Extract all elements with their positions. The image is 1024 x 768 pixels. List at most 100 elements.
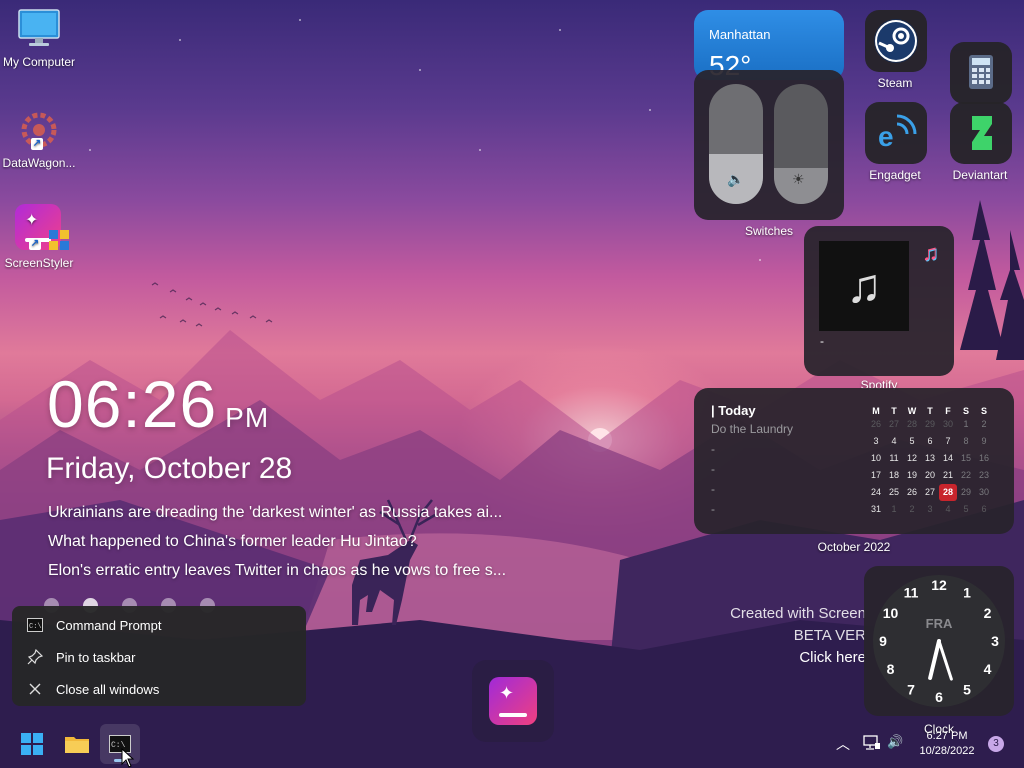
- watermark-link[interactable]: Click here: [700, 647, 866, 663]
- deviantart-label: Deviantart: [952, 168, 1008, 182]
- calendar-day[interactable]: 27: [885, 416, 903, 433]
- weekday-header: W: [907, 406, 917, 416]
- calendar-day[interactable]: 6: [975, 501, 993, 518]
- calendar-day[interactable]: 4: [939, 501, 957, 518]
- calendar-day[interactable]: 29: [957, 484, 975, 501]
- calendar-day[interactable]: 30: [939, 416, 957, 433]
- clock-date: Friday, October 28: [46, 452, 293, 485]
- desktop-icon-datawagon[interactable]: ↗ DataWagon...: [0, 108, 78, 170]
- close-icon: [26, 680, 44, 698]
- menu-item-command-prompt[interactable]: C:\ Command Prompt: [26, 613, 161, 637]
- calendar-day[interactable]: 12: [903, 450, 921, 467]
- weather-city: Manhattan: [709, 27, 771, 42]
- calendar-day[interactable]: 3: [921, 501, 939, 518]
- tray-clock[interactable]: 6:27 PM 10/28/2022: [912, 729, 982, 759]
- clock-number: 4: [984, 661, 992, 677]
- desktop-icon-screenstyler[interactable]: ✦ ↗ ScreenStyler: [0, 204, 78, 270]
- calendar-day[interactable]: 30: [975, 484, 993, 501]
- task-item[interactable]: -: [711, 482, 793, 502]
- calendar-day[interactable]: 20: [921, 467, 939, 484]
- calendar-day[interactable]: 1: [957, 416, 975, 433]
- sun-icon: ☀: [792, 171, 805, 187]
- task-item[interactable]: -: [711, 442, 793, 462]
- watermark-line: BETA VER: [793, 627, 866, 644]
- calendar-widget[interactable]: | Today Do the Laundry - - - - M T W T F S S 26 27 28…: [694, 388, 1014, 534]
- calendar-day[interactable]: 1: [885, 501, 903, 518]
- brightness-slider[interactable]: ☀: [774, 84, 828, 204]
- calendar-day[interactable]: 5: [957, 501, 975, 518]
- time-ampm: PM: [225, 402, 270, 433]
- desktop-icon-my-computer[interactable]: My Computer: [0, 8, 78, 69]
- task-item[interactable]: Do the Laundry: [711, 422, 793, 442]
- task-item[interactable]: -: [711, 502, 793, 522]
- calendar-day[interactable]: 21: [939, 467, 957, 484]
- calendar-day[interactable]: 25: [885, 484, 903, 501]
- calendar-day[interactable]: 31: [867, 501, 885, 518]
- tray-date: 10/28/2022: [919, 745, 975, 757]
- calendar-day[interactable]: 4: [885, 433, 903, 450]
- desktop-icon-label: DataWagon...: [2, 156, 76, 170]
- calendar-day[interactable]: 28: [939, 484, 957, 501]
- chevron-up-icon[interactable]: ︿: [836, 734, 850, 754]
- notification-badge[interactable]: 3: [988, 736, 1004, 752]
- shortcut-arrow-icon: ↗: [29, 238, 41, 250]
- monitor-icon: [18, 9, 60, 46]
- clock-number: 8: [887, 661, 895, 677]
- calendar-day[interactable]: 14: [939, 450, 957, 467]
- calendar-day[interactable]: 23: [975, 467, 993, 484]
- command-prompt-icon: C:\: [26, 616, 44, 634]
- calendar-day[interactable]: 28: [903, 416, 921, 433]
- calendar-day[interactable]: 24: [867, 484, 885, 501]
- calendar-day[interactable]: 29: [921, 416, 939, 433]
- volume-icon[interactable]: 🔊: [887, 734, 903, 750]
- calendar-day[interactable]: 18: [885, 467, 903, 484]
- news-headline[interactable]: What happened to China's former leader H…: [48, 533, 548, 551]
- file-explorer-button[interactable]: [57, 724, 97, 764]
- news-headline[interactable]: Elon's erratic entry leaves Twitter in c…: [48, 562, 548, 580]
- calendar-day[interactable]: 7: [939, 433, 957, 450]
- menu-item-label: Pin to taskbar: [56, 649, 136, 665]
- calendar-day[interactable]: 11: [885, 450, 903, 467]
- menu-item-pin[interactable]: Pin to taskbar: [26, 645, 136, 669]
- calendar-day[interactable]: 17: [867, 467, 885, 484]
- calendar-day[interactable]: 19: [903, 467, 921, 484]
- music-widget[interactable]: ♫ ♫ -: [804, 226, 954, 376]
- calendar-day[interactable]: 22: [957, 467, 975, 484]
- music-app-icon: ♫: [922, 240, 939, 265]
- calendar-day[interactable]: 16: [975, 450, 993, 467]
- calendar-day[interactable]: 15: [957, 450, 975, 467]
- calendar-day[interactable]: 26: [867, 416, 885, 433]
- shortcut-arrow-icon: ↗: [31, 138, 43, 150]
- clock-number: 2: [984, 605, 992, 621]
- clock-day-marker: FRA: [926, 616, 953, 631]
- clock-number: 11: [904, 585, 919, 601]
- steam-tile[interactable]: [865, 10, 927, 72]
- calendar-day[interactable]: 3: [867, 433, 885, 450]
- analog-clock-widget: 12 1 2 3 4 5 6 7 8 9 10 11 FRA: [864, 566, 1014, 716]
- calendar-day[interactable]: 9: [975, 433, 993, 450]
- task-list: Do the Laundry - - - -: [711, 422, 793, 522]
- calendar-day[interactable]: 27: [921, 484, 939, 501]
- speaker-icon: 🔈: [727, 171, 745, 187]
- network-icon[interactable]: [863, 735, 881, 751]
- clock-time: 06:26 PM: [47, 366, 269, 442]
- calculator-tile[interactable]: [950, 42, 1012, 104]
- news-headline[interactable]: Ukrainians are dreading the 'darkest win…: [48, 504, 548, 522]
- calendar-day[interactable]: 2: [975, 416, 993, 433]
- task-item[interactable]: -: [711, 462, 793, 482]
- calendar-day[interactable]: 6: [921, 433, 939, 450]
- calendar-day[interactable]: 2: [903, 501, 921, 518]
- calendar-day[interactable]: 13: [921, 450, 939, 467]
- calendar-day[interactable]: 8: [957, 433, 975, 450]
- clock-number: 10: [883, 605, 899, 621]
- start-button[interactable]: [12, 724, 52, 764]
- calendar-day[interactable]: 26: [903, 484, 921, 501]
- volume-slider[interactable]: 🔈: [709, 84, 763, 204]
- watermark[interactable]: Created with Screen BETA VER Click here: [700, 603, 866, 663]
- menu-item-close-all[interactable]: Close all windows: [26, 677, 159, 701]
- weekday-header: M: [872, 406, 880, 416]
- calendar-day[interactable]: 5: [903, 433, 921, 450]
- engadget-tile[interactable]: e: [865, 102, 927, 164]
- deviantart-tile[interactable]: [950, 102, 1012, 164]
- calendar-day[interactable]: 10: [867, 450, 885, 467]
